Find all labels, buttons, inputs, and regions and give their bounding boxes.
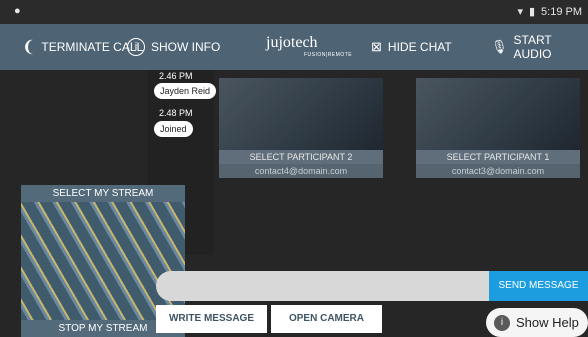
status-bar: ● ▾ ▮ 5:19 PM — [0, 0, 588, 24]
chat-bubble: Jayden Reid — [154, 83, 217, 99]
participant-select-label[interactable]: SELECT PARTICIPANT 1 — [416, 150, 580, 164]
status-icons: ▾ ▮ 5:19 PM — [517, 5, 582, 19]
logo-subtitle: FUSION|REMOTE — [304, 52, 353, 58]
show-help-button[interactable]: i Show Help — [486, 308, 588, 337]
hide-chat-button[interactable]: ⊠ HIDE CHAT — [371, 24, 452, 70]
terminate-call-button[interactable]: ❨ TERMINATE CALL — [22, 24, 143, 70]
message-input[interactable] — [156, 271, 489, 301]
start-audio-button[interactable]: 🎙 START AUDIO — [491, 24, 588, 70]
clock: 5:19 PM — [541, 5, 582, 18]
wifi-icon: ▾ — [517, 6, 523, 18]
mic-off-icon: 🎙 — [491, 39, 508, 54]
hide-chat-label: HIDE CHAT — [387, 40, 452, 54]
info-icon: i — [127, 38, 145, 56]
android-icon: ● — [14, 5, 21, 17]
chat-off-icon: ⊠ — [371, 39, 382, 54]
start-audio-label: START AUDIO — [513, 33, 552, 61]
write-message-button[interactable]: WRITE MESSAGE — [156, 305, 267, 333]
toolbar: ❨ TERMINATE CALL i SHOW INFO jujotech FU… — [0, 24, 588, 70]
show-info-label: SHOW INFO — [151, 40, 221, 54]
show-help-label: Show Help — [516, 315, 579, 330]
participant-tile[interactable]: SELECT PARTICIPANT 2 contact4@domain.com — [219, 78, 383, 178]
chat-time: 2.48 PM — [159, 108, 193, 118]
participant-contact: contact3@domain.com — [416, 164, 580, 178]
open-camera-button[interactable]: OPEN CAMERA — [271, 305, 382, 333]
send-message-button[interactable]: SEND MESSAGE — [489, 271, 588, 301]
participant-video — [219, 78, 383, 150]
battery-icon: ▮ — [528, 6, 536, 18]
select-my-stream-button[interactable]: SELECT MY STREAM — [21, 185, 185, 202]
participant-video — [416, 78, 580, 150]
chat-bubble: Joined — [154, 121, 193, 137]
phone-icon: ❨ — [22, 39, 36, 56]
participant-tile[interactable]: SELECT PARTICIPANT 1 contact3@domain.com — [416, 78, 580, 178]
participant-select-label[interactable]: SELECT PARTICIPANT 2 — [219, 150, 383, 164]
my-stream-video — [21, 202, 185, 320]
show-info-button[interactable]: i SHOW INFO — [127, 24, 220, 70]
logo-text: jujotech — [266, 34, 318, 51]
participant-contact: contact4@domain.com — [219, 164, 383, 178]
info-icon: i — [494, 314, 510, 331]
chat-time: 2.46 PM — [159, 71, 193, 81]
logo: jujotech FUSION|REMOTE — [266, 34, 352, 58]
